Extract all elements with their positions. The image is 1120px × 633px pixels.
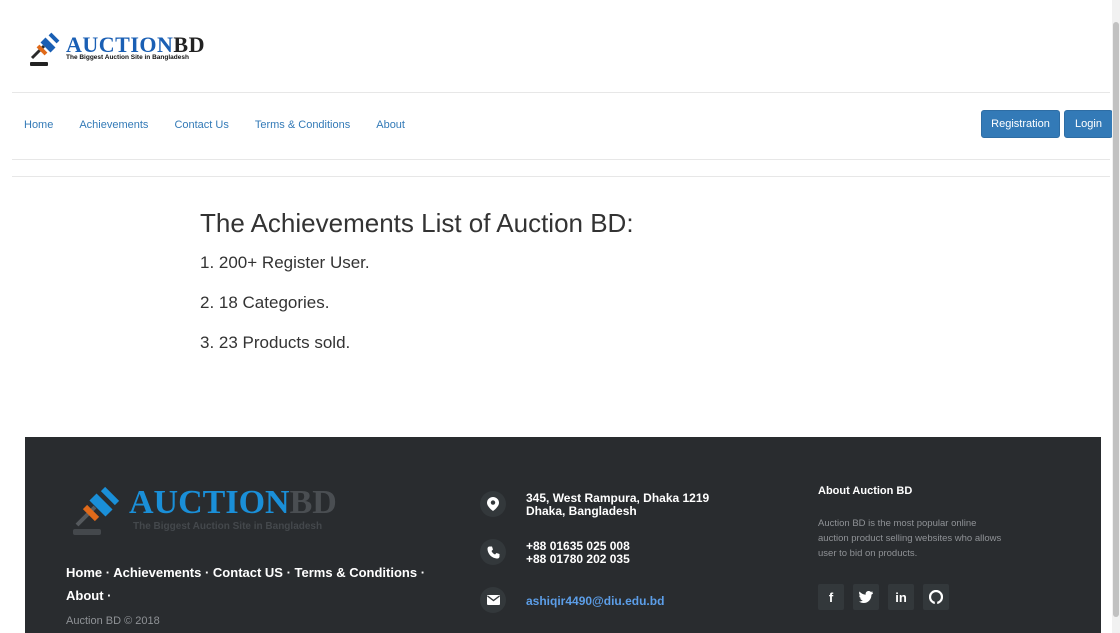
divider <box>12 176 1110 177</box>
page-title: The Achievements List of Auction BD: <box>200 208 634 238</box>
divider <box>12 92 1110 93</box>
nav-contact-us[interactable]: Contact Us <box>174 119 228 131</box>
footer-link-terms-conditions[interactable]: Terms & Conditions <box>295 565 418 580</box>
main-nav: Home Achievements Contact Us Terms & Con… <box>24 119 431 131</box>
footer-logo-title: AUCTIONBD <box>129 484 337 521</box>
twitter-icon[interactable] <box>853 584 879 610</box>
map-marker-icon <box>480 491 506 517</box>
site-logo[interactable]: AUCTIONBD The Biggest Auction Site in Ba… <box>28 30 204 70</box>
footer-link-home[interactable]: Home <box>66 565 102 580</box>
gavel-icon <box>30 32 60 66</box>
nav-home[interactable]: Home <box>24 119 53 131</box>
footer-phones: +88 01635 025 008 +88 01780 202 035 <box>526 540 630 566</box>
phone-number: +88 01780 202 035 <box>526 552 630 566</box>
footer-email-link[interactable]: ashiqir4490@diu.edu.bd <box>526 594 664 608</box>
nav-achievements[interactable]: Achievements <box>79 119 148 131</box>
github-icon[interactable] <box>923 584 949 610</box>
achievement-item: 3. 23 Products sold. <box>200 333 351 352</box>
footer: AUCTIONBD The Biggest Auction Site in Ba… <box>25 437 1101 633</box>
about-text: Auction BD is the most popular online au… <box>818 518 1002 559</box>
scrollbar-thumb[interactable] <box>1113 22 1119 617</box>
divider <box>12 159 1110 160</box>
nav-about[interactable]: About <box>376 119 405 131</box>
achievement-item: 2. 18 Categories. <box>200 293 330 312</box>
achievement-item: 1. 200+ Register User. <box>200 253 370 272</box>
footer-logo[interactable]: AUCTIONBD The Biggest Auction Site in Ba… <box>69 485 337 541</box>
login-button[interactable]: Login <box>1064 110 1113 138</box>
footer-link-about[interactable]: About <box>66 588 104 603</box>
linkedin-icon[interactable]: in <box>888 584 914 610</box>
nav-terms-conditions[interactable]: Terms & Conditions <box>255 119 350 131</box>
achievements-section: The Achievements List of Auction BD: 1. … <box>200 208 634 373</box>
copyright: Auction BD © 2018 <box>66 615 160 627</box>
registration-button[interactable]: Registration <box>981 110 1060 138</box>
envelope-icon <box>480 587 506 613</box>
gavel-icon <box>73 486 120 535</box>
facebook-icon[interactable]: f <box>818 584 844 610</box>
phone-icon <box>480 539 506 565</box>
logo-tagline: The Biggest Auction Site in Bangladesh <box>66 54 189 61</box>
about-heading: About Auction BD <box>818 485 913 497</box>
footer-link-contact-us[interactable]: Contact US <box>213 565 283 580</box>
footer-address: 345, West Rampura, Dhaka 1219 Dhaka, Ban… <box>526 492 709 518</box>
footer-links: Home · Achievements · Contact US · Terms… <box>66 565 426 603</box>
address-line: Dhaka, Bangladesh <box>526 504 637 518</box>
footer-logo-tagline: The Biggest Auction Site in Bangladesh <box>133 521 323 532</box>
footer-link-achievements[interactable]: Achievements <box>113 565 201 580</box>
scrollbar[interactable] <box>1112 0 1120 633</box>
